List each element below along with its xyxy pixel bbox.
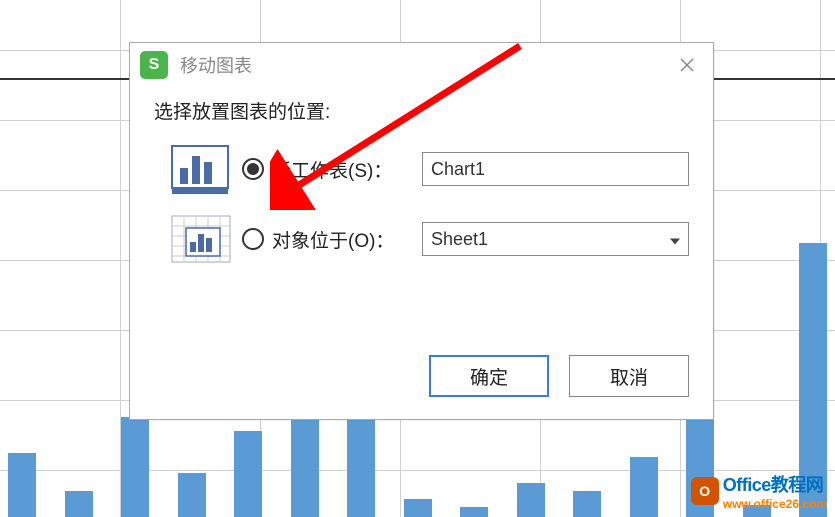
object-in-selected-value: Sheet1 bbox=[431, 229, 488, 250]
ok-button-label: 确定 bbox=[470, 363, 508, 390]
dialog-titlebar[interactable]: S 移动图表 bbox=[130, 43, 713, 87]
object-in-sheet-icon bbox=[170, 212, 232, 266]
bar bbox=[630, 457, 658, 517]
bar bbox=[8, 453, 36, 517]
prompt-label: 选择放置图表的位置: bbox=[154, 97, 689, 124]
watermark: O Office教程网 www.office26.com bbox=[691, 471, 827, 511]
cancel-button[interactable]: 取消 bbox=[569, 355, 689, 397]
bar bbox=[347, 407, 375, 517]
bar bbox=[178, 473, 206, 517]
bar bbox=[460, 507, 488, 517]
chevron-down-icon bbox=[670, 229, 680, 250]
bar bbox=[234, 431, 262, 517]
close-button[interactable] bbox=[669, 47, 705, 83]
new-sheet-label: 新工作表(S)： bbox=[272, 156, 422, 183]
cancel-button-label: 取消 bbox=[610, 363, 648, 390]
bar bbox=[121, 417, 149, 517]
close-icon bbox=[679, 57, 695, 73]
bar bbox=[573, 491, 601, 517]
object-in-label: 对象位于(O)： bbox=[272, 226, 422, 253]
watermark-url: www.office26.com bbox=[723, 497, 827, 511]
ok-button[interactable]: 确定 bbox=[429, 355, 549, 397]
move-chart-dialog: S 移动图表 选择放置图表的位置: 新工作表(S)： bbox=[129, 42, 714, 420]
dialog-title: 移动图表 bbox=[180, 52, 252, 78]
wps-spreadsheet-icon: S bbox=[140, 51, 168, 79]
object-in-option-row: 对象位于(O)： Sheet1 bbox=[170, 212, 689, 266]
office-logo-icon: O bbox=[691, 477, 719, 505]
bar bbox=[517, 483, 545, 517]
bar bbox=[404, 499, 432, 517]
new-sheet-option-row: 新工作表(S)： bbox=[170, 142, 689, 196]
bar bbox=[65, 491, 93, 517]
new-sheet-name-input[interactable] bbox=[422, 152, 689, 186]
object-in-radio[interactable] bbox=[242, 228, 264, 250]
object-in-sheet-select[interactable]: Sheet1 bbox=[422, 222, 689, 256]
watermark-title: Office教程网 bbox=[723, 471, 827, 497]
new-sheet-radio[interactable] bbox=[242, 158, 264, 180]
new-sheet-chart-icon bbox=[170, 142, 232, 196]
